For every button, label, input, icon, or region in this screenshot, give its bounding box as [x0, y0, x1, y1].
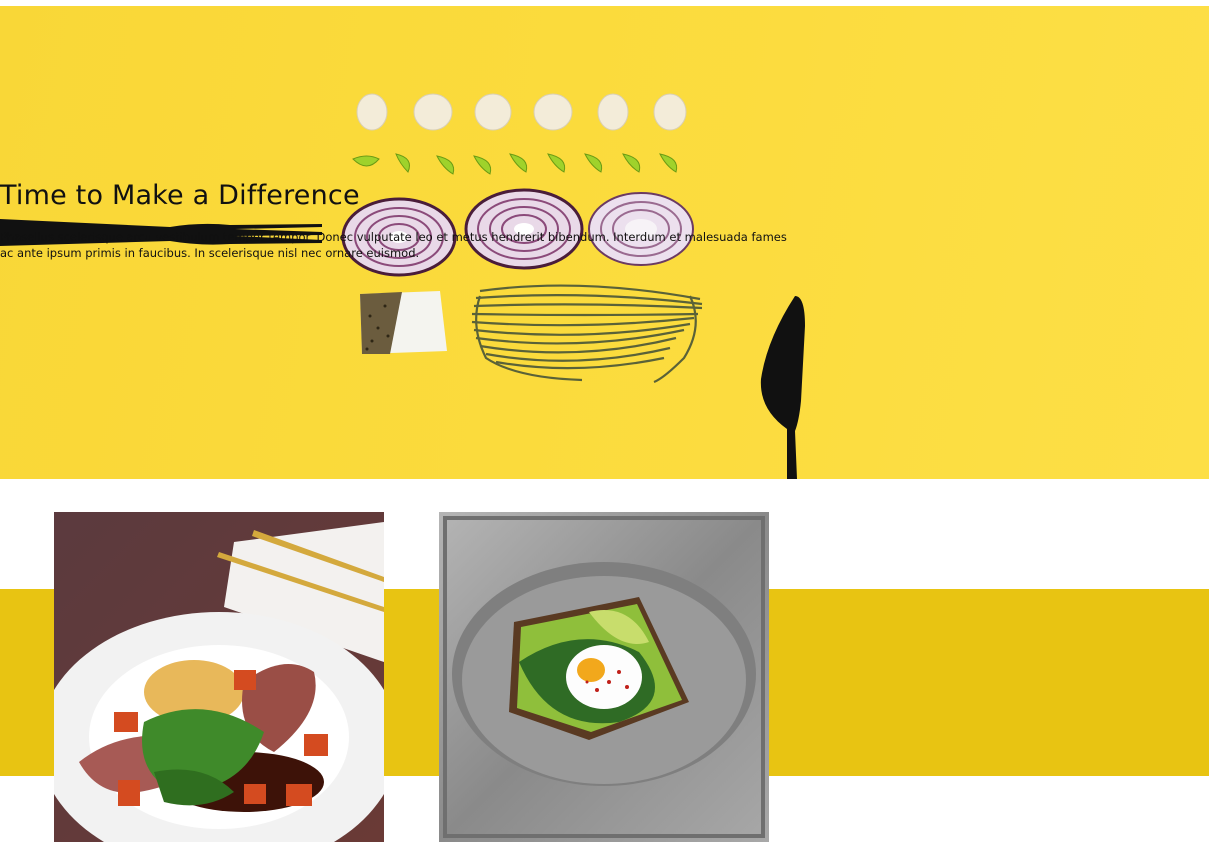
- steak-dish-image: [54, 512, 384, 842]
- egg-toast-image: [439, 512, 769, 842]
- hero-description: Phasellus scelerisque arcu vestibulum te…: [0, 230, 787, 260]
- chili-slices: [352, 153, 678, 175]
- pasta-noodles: [471, 284, 703, 384]
- hero-title: Time to Make a Difference: [0, 180, 360, 211]
- salt-pepper: [360, 291, 447, 354]
- knife: [760, 296, 805, 479]
- hero-banner: Time to Make a Difference Phasellus scel…: [0, 6, 1209, 479]
- steak-dish-photo: [54, 512, 384, 842]
- egg-avocado-toast-photo: [439, 512, 769, 842]
- garlic-cloves: [356, 93, 687, 131]
